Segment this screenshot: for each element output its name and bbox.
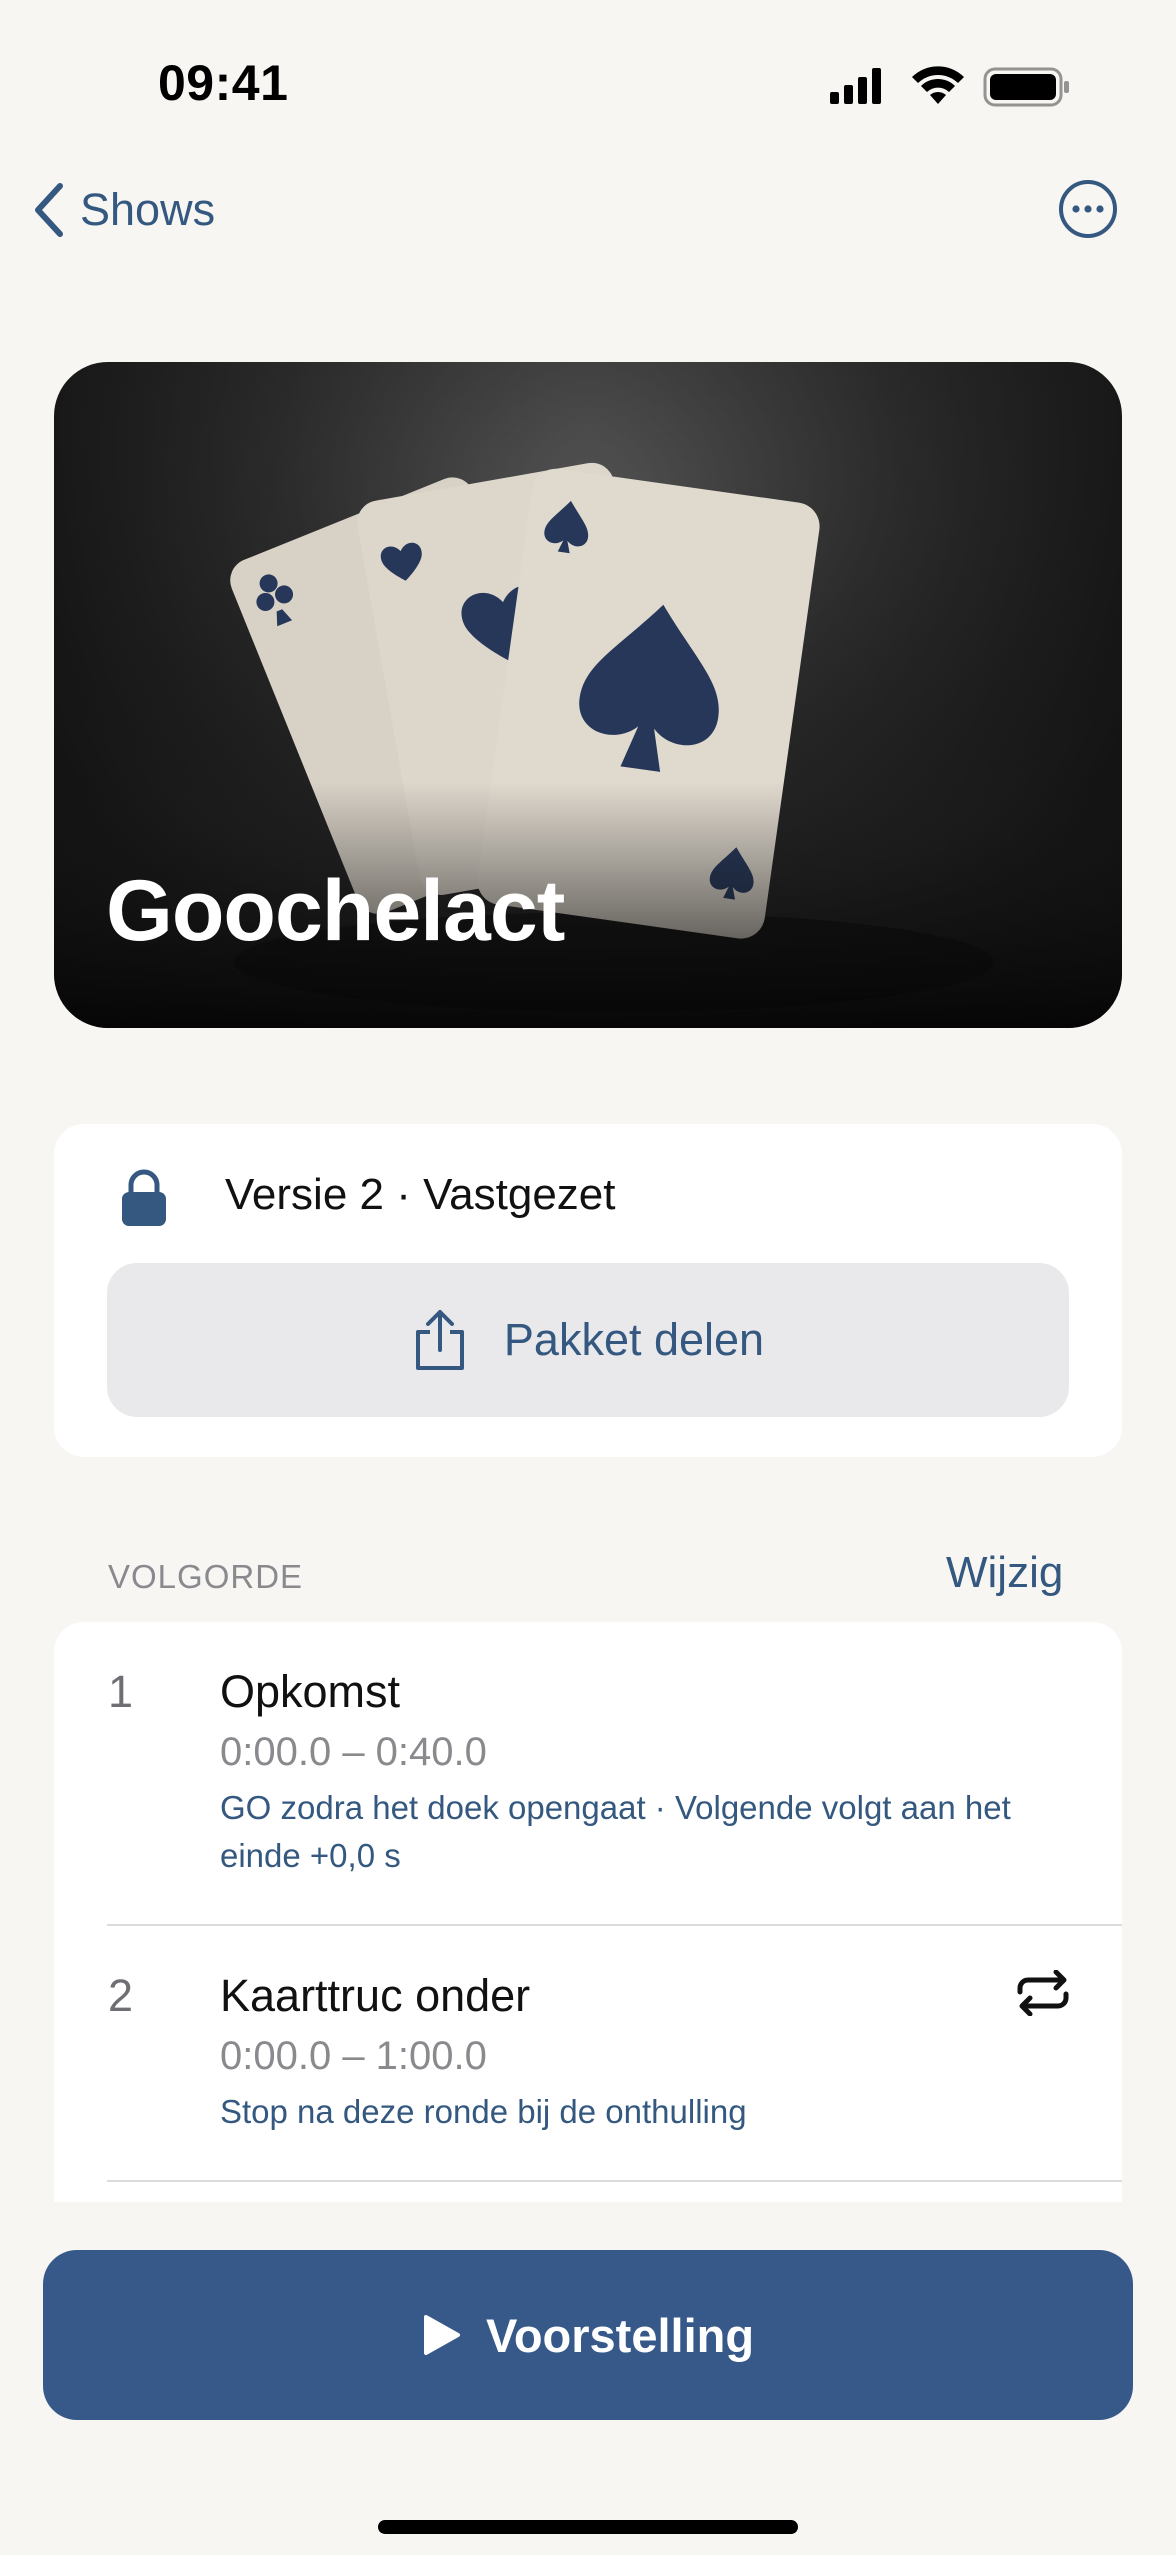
status-time: 09:41 [158,55,289,111]
show-title: Goochelact [106,863,565,959]
signal-icon [830,68,881,104]
section-label-sequence: VOLGORDE [108,1558,304,1595]
item-time-range: 0:00.0 – 0:40.0 [220,1730,487,1774]
home-indicator [378,2520,798,2534]
item-note: Stop na deze ronde bij de onthulling [220,2093,747,2130]
share-label: Pakket delen [503,1314,765,1365]
back-label: Shows [80,184,216,235]
item-note: GO zodra het doek opengaat · Volgende vo… [220,1789,1011,1874]
hero-image: Goochelact [54,362,1122,1028]
repeat-icon [1017,1970,1069,2016]
share-package-button[interactable]: Pakket delen [107,1263,1069,1417]
sequence-list: 1 Opkomst 0:00.0 – 0:40.0 GO zodra het d… [54,1622,1122,2202]
item-title: Kaarttruc onder [220,1970,531,2021]
list-item[interactable]: 1 Opkomst 0:00.0 – 0:40.0 GO zodra het d… [54,1622,1122,1924]
play-icon [423,2315,460,2355]
edit-button[interactable]: Wijzig [946,1548,1063,1598]
status-icons [830,66,1069,107]
item-time-range: 0:00.0 – 1:00.0 [220,2034,487,2078]
item-number: 2 [108,1970,134,2021]
version-status: Versie 2 · Vastgezet [225,1170,616,1219]
play-button-label: Voorstelling [485,2308,755,2362]
item-title: Opkomst [220,1666,401,1717]
chevron-left-icon [35,183,63,237]
item-number: 1 [108,1666,134,1717]
list-item[interactable]: 2 Kaarttruc onder 0:00.0 – 1:00.0 Stop n… [54,1926,1122,2180]
share-icon [415,1310,464,1370]
start-performance-button[interactable]: Voorstelling [43,2250,1133,2420]
ellipsis-circle-icon[interactable] [1057,178,1119,240]
battery-icon [983,67,1069,107]
wifi-icon [912,66,964,104]
divider [107,2180,1122,2182]
back-button[interactable]: Shows [30,178,215,242]
lock-icon [122,1169,166,1226]
